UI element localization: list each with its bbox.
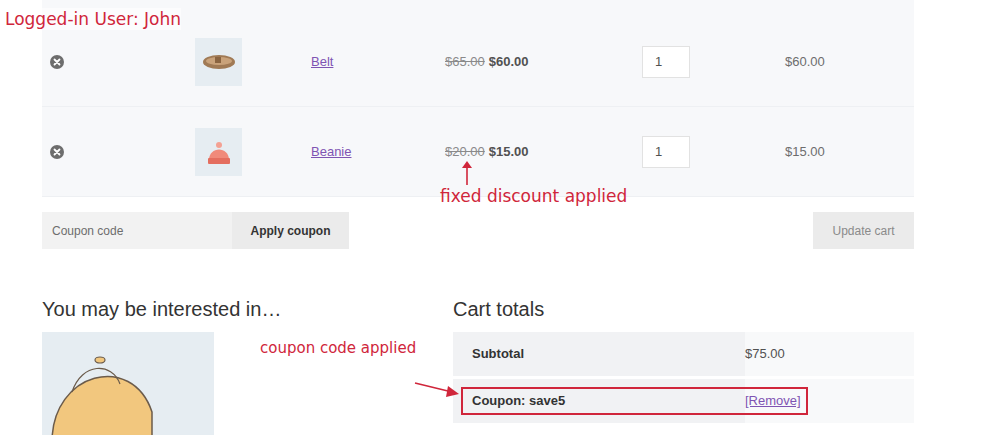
cart-totals: Cart totals Subtotal$75.00Coupon: save5[R… xyxy=(453,295,914,435)
user-annotation: Logged-in User: John xyxy=(5,8,181,30)
remove-icon[interactable] xyxy=(50,55,64,69)
totals-value: [Remove] xyxy=(745,379,914,423)
cart-actions: Coupon codeApply coupon Update cart xyxy=(42,212,914,249)
cart-page: Belt$65.00$60.001$60.00Beanie$20.00$15.0… xyxy=(0,0,1008,435)
product-name-link[interactable]: Beanie xyxy=(311,144,351,159)
cap-icon xyxy=(42,332,214,435)
totals-label: Subtotal xyxy=(453,332,745,376)
product-thumbnail[interactable] xyxy=(195,38,242,86)
cross-sells: You may be interested in… xyxy=(42,295,453,435)
product-subtotal: $15.00 xyxy=(785,142,914,162)
product-price: $65.00$60.00 xyxy=(445,52,642,72)
totals-value: $75.00 xyxy=(745,332,914,376)
product-subtotal: $60.00 xyxy=(785,52,914,72)
quantity-input[interactable]: 1 xyxy=(642,46,690,78)
totals-row: Coupon: save5[Remove] xyxy=(453,379,914,423)
product-name-link[interactable]: Belt xyxy=(311,54,333,69)
product-thumbnail[interactable] xyxy=(195,128,242,176)
highlight-box xyxy=(461,387,808,415)
update-cart-button[interactable]: Update cart xyxy=(813,212,914,249)
quantity-input[interactable]: 1 xyxy=(642,136,690,168)
coupon-input[interactable]: Coupon code xyxy=(42,212,232,249)
cart-row: Beanie$20.00$15.001$15.00 xyxy=(42,107,914,197)
regular-price: $65.00 xyxy=(445,52,485,72)
product-price: $20.00$15.00 xyxy=(445,142,642,162)
beanie-icon xyxy=(206,138,232,166)
totals-table: Subtotal$75.00Coupon: save5[Remove] xyxy=(453,332,914,423)
remove-icon[interactable] xyxy=(50,145,64,159)
cart-totals-title: Cart totals xyxy=(453,295,914,323)
remove-coupon-link[interactable]: [Remove] xyxy=(745,391,801,411)
cross-sell-image[interactable] xyxy=(42,332,214,435)
cross-sells-title: You may be interested in… xyxy=(42,295,453,323)
apply-coupon-button[interactable]: Apply coupon xyxy=(232,212,349,249)
cart-row: Belt$65.00$60.001$60.00 xyxy=(42,17,914,107)
cart-collaterals: You may be interested in…Cart totals Subt… xyxy=(42,295,914,435)
totals-row: Subtotal$75.00 xyxy=(453,332,914,376)
discount-annotation: fixed discount applied xyxy=(440,185,627,207)
cart-content: Belt$65.00$60.001$60.00Beanie$20.00$15.0… xyxy=(42,0,914,435)
discount-arrow-icon xyxy=(460,160,474,186)
regular-price: $20.00 xyxy=(445,142,485,162)
belt-icon xyxy=(201,50,237,74)
coupon-annotation: coupon code applied xyxy=(260,338,416,358)
totals-label: Coupon: save5 xyxy=(453,379,745,423)
sale-price: $60.00 xyxy=(489,52,529,72)
coupon-arrow-icon xyxy=(414,380,460,400)
sale-price: $15.00 xyxy=(489,142,529,162)
